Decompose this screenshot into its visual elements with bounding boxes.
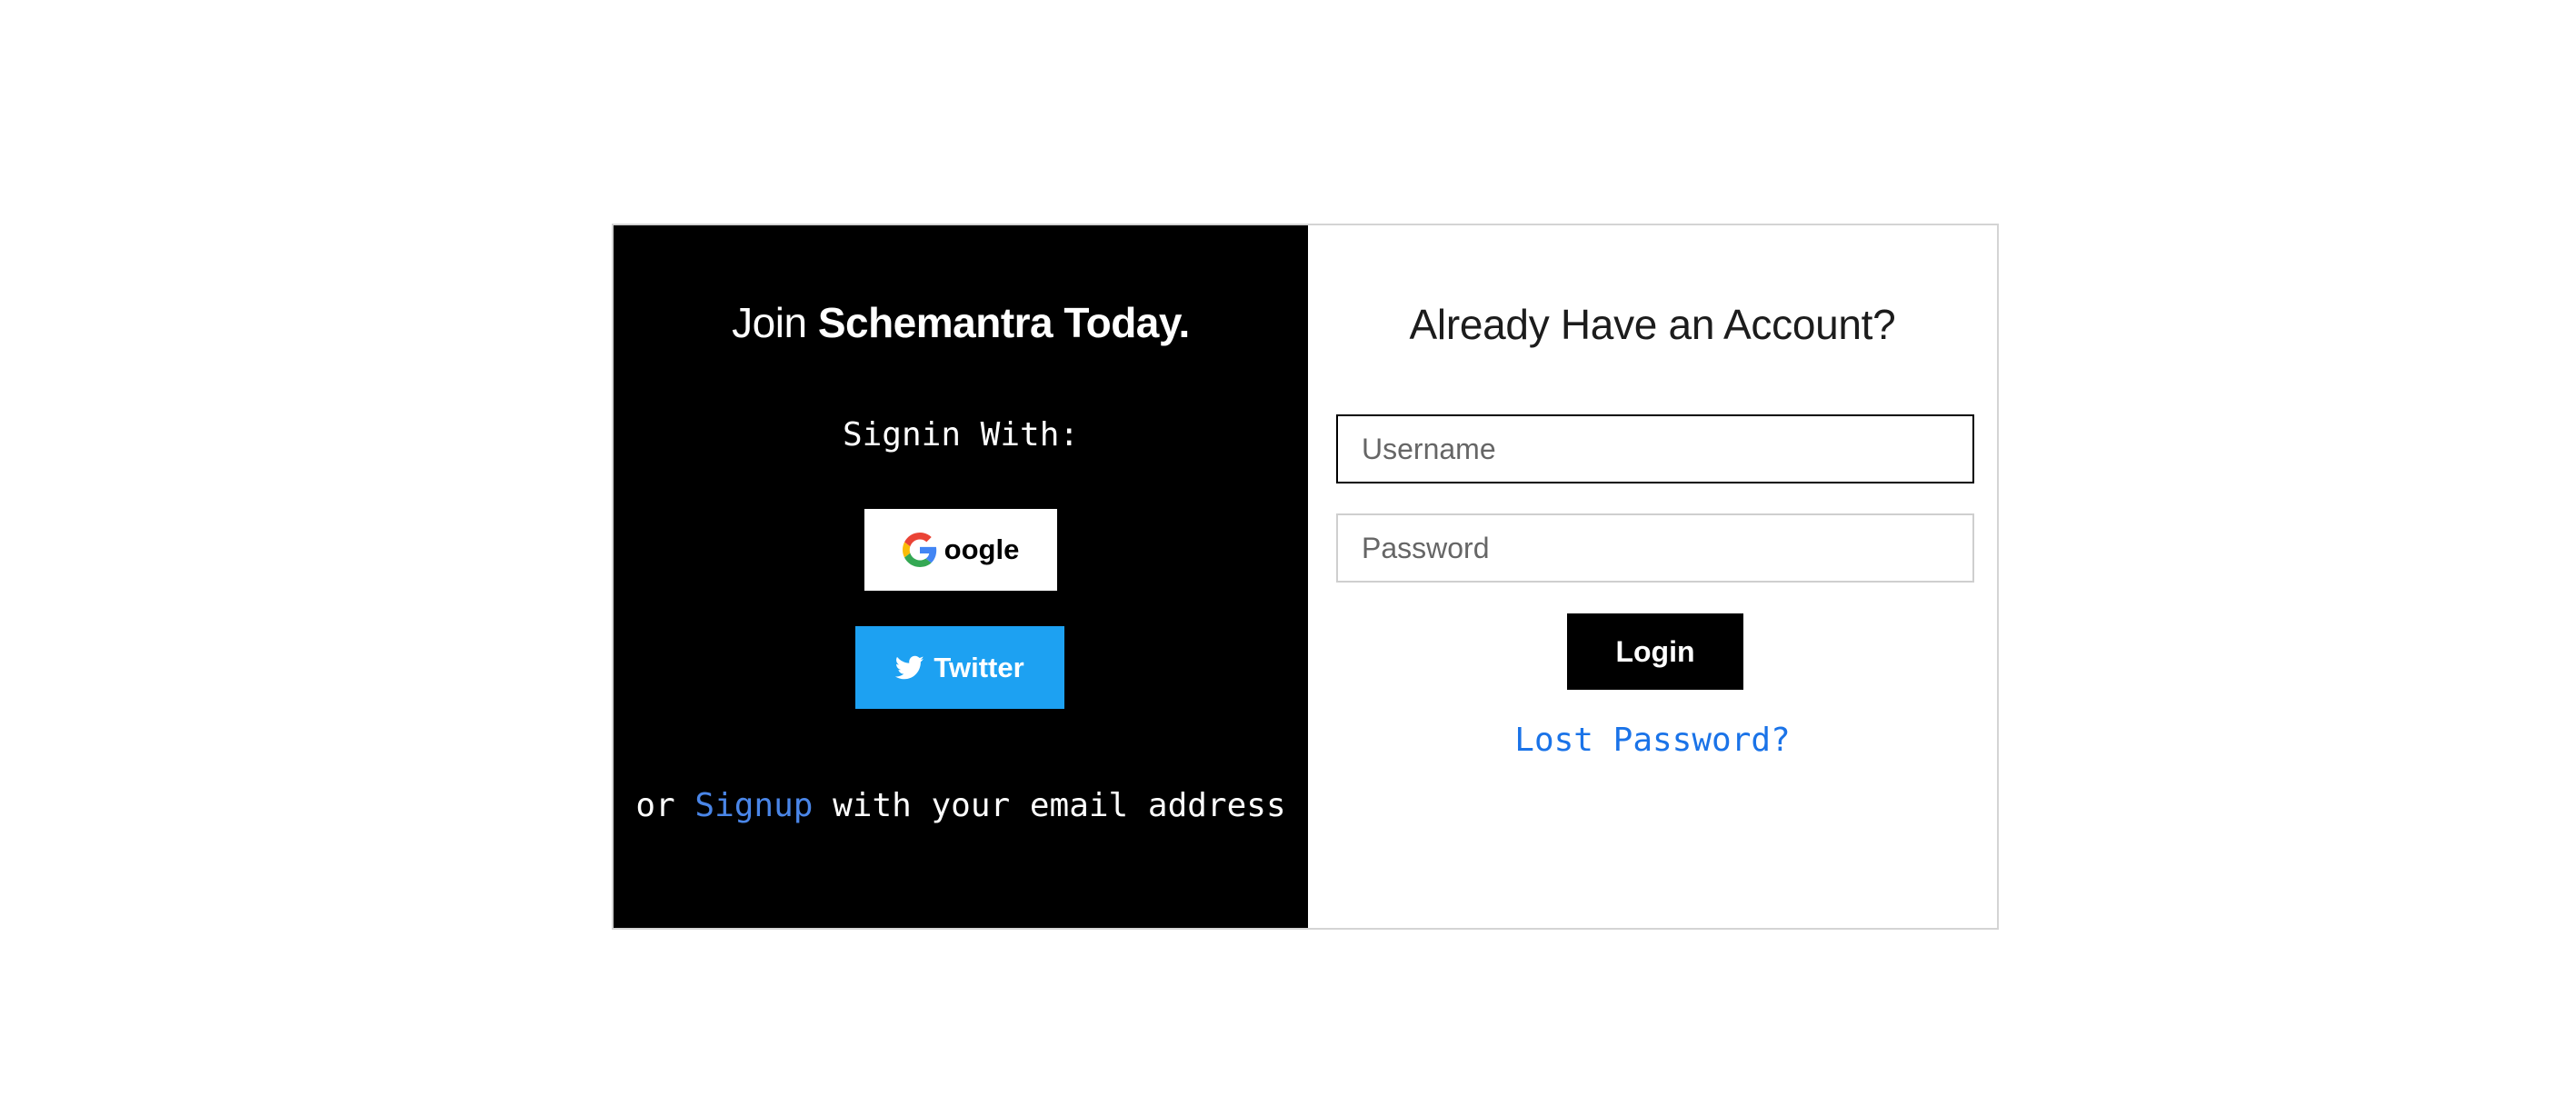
login-title: Already Have an Account? (1409, 301, 1896, 348)
join-title-prefix: Join (732, 299, 818, 346)
google-button-label: oogle (944, 533, 1020, 565)
twitter-button-label: Twitter (934, 651, 1024, 683)
twitter-bird-icon (895, 655, 924, 681)
join-title: Join Schemantra Today. (614, 298, 1308, 347)
signin-with-label: Signin With: (842, 416, 1080, 453)
lost-password-link[interactable]: Lost Password? (1308, 722, 1997, 759)
google-g-icon (902, 533, 937, 567)
login-panel: Already Have an Account? Login Lost Pass… (1308, 225, 1997, 928)
signup-panel: Join Schemantra Today. Signin With: oogl… (614, 225, 1308, 928)
join-title-brand: Schemantra Today. (817, 299, 1191, 346)
signup-line: or Signup with your email address (614, 787, 1308, 824)
signup-suffix: with your email address (813, 787, 1286, 824)
signup-prefix: or (635, 787, 695, 824)
google-signin-button[interactable]: oogle (864, 509, 1057, 591)
signup-link[interactable]: Signup (694, 787, 813, 824)
twitter-signin-button[interactable]: Twitter (855, 626, 1064, 709)
password-input[interactable] (1336, 513, 1974, 583)
username-input[interactable] (1336, 414, 1974, 483)
auth-card: Join Schemantra Today. Signin With: oogl… (612, 224, 1999, 930)
login-button[interactable]: Login (1567, 613, 1743, 690)
